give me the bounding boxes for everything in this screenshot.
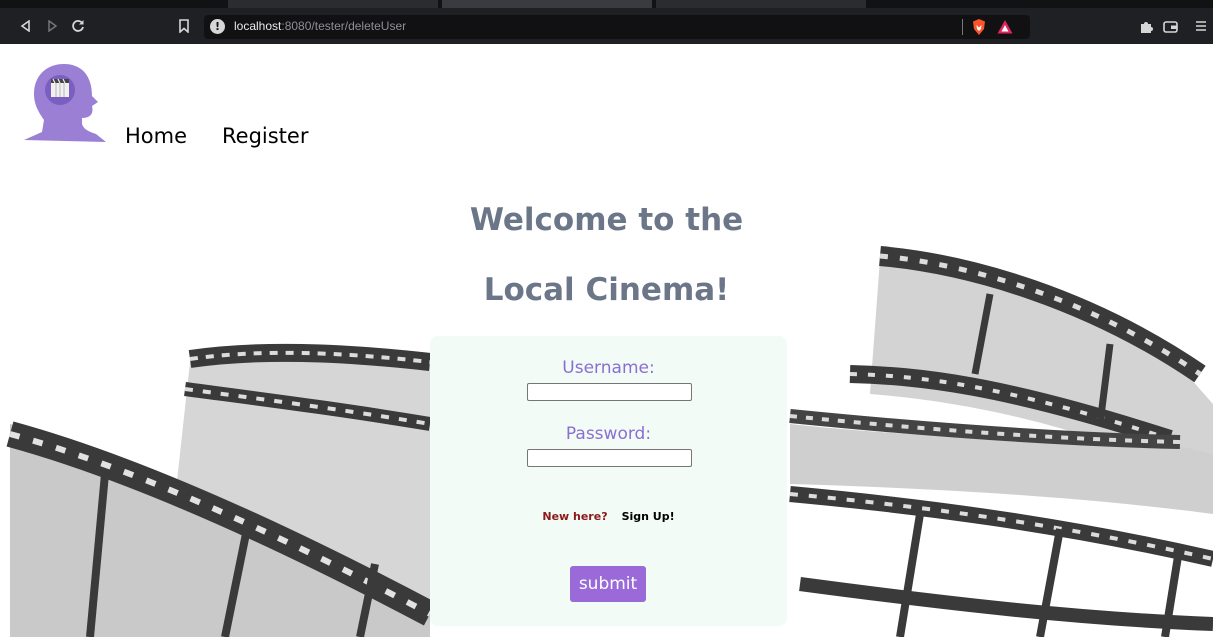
username-label: Username: <box>562 358 655 378</box>
browser-tab[interactable] <box>228 0 438 8</box>
signup-prompt: New here? Sign Up! <box>430 510 787 523</box>
bookmark-icon[interactable] <box>174 16 194 36</box>
username-input[interactable] <box>527 383 692 401</box>
password-input[interactable] <box>527 449 692 467</box>
new-here-text: New here? <box>542 510 608 523</box>
hamburger-icon[interactable] <box>1194 16 1208 36</box>
back-arrow-icon[interactable] <box>16 16 36 36</box>
page-title-line-2: Local Cinema! <box>483 272 730 308</box>
divider <box>962 19 963 35</box>
cinema-logo <box>24 64 106 142</box>
info-icon[interactable]: ! <box>210 19 225 34</box>
page-content: Home Register Welcome to the Local Cinem… <box>0 44 1213 637</box>
browser-chrome: ! localhost:8080/tester/deleteUser <box>0 0 1213 44</box>
url-text[interactable]: localhost:8080/tester/deleteUser <box>234 19 406 33</box>
nav-register-link[interactable]: Register <box>222 124 308 148</box>
password-label: Password: <box>565 424 652 444</box>
submit-button[interactable]: submit <box>570 566 646 602</box>
nav-home-link[interactable]: Home <box>125 124 187 148</box>
brave-shield-icon[interactable] <box>970 18 988 36</box>
login-form-card: Username: Password: New here? Sign Up! su… <box>430 336 787 626</box>
reload-icon[interactable] <box>68 16 88 36</box>
browser-tab[interactable] <box>656 0 866 8</box>
page-title-line-1: Welcome to the <box>469 202 744 238</box>
signup-link[interactable]: Sign Up! <box>622 510 675 523</box>
wallet-icon[interactable] <box>1160 16 1180 36</box>
forward-arrow-icon[interactable] <box>42 16 62 36</box>
address-bar[interactable]: ! localhost:8080/tester/deleteUser <box>204 15 1030 39</box>
browser-tab-active[interactable] <box>442 0 652 8</box>
puzzle-icon[interactable] <box>1136 16 1156 36</box>
browser-toolbar: ! localhost:8080/tester/deleteUser <box>0 8 1213 44</box>
brave-rewards-icon[interactable] <box>996 18 1014 36</box>
tab-strip <box>0 0 1213 8</box>
